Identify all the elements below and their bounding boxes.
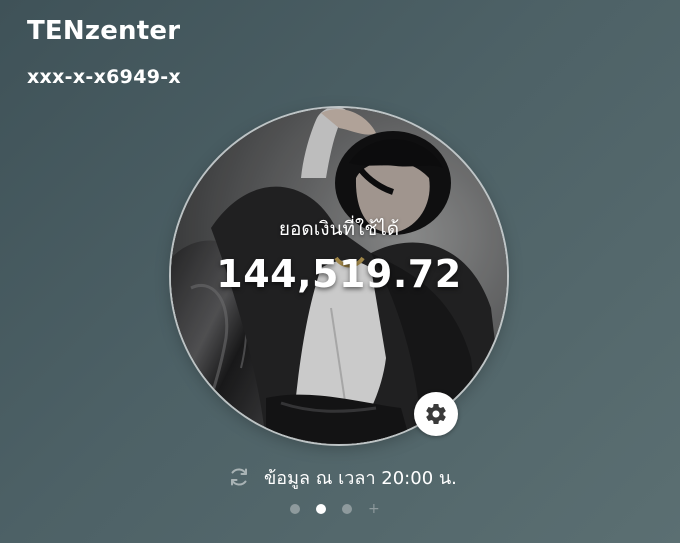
last-update-row: ข้อมูล ณ เวลา 20:00 น.: [226, 462, 457, 492]
gear-icon: [426, 403, 446, 424]
balance-amount: 144,519.72: [216, 252, 462, 296]
account-name: TENzenter: [27, 16, 181, 46]
refresh-icon[interactable]: [226, 464, 252, 490]
page-indicator: +: [290, 501, 380, 517]
balance-label: ยอดเงินที่ใช้ได้: [278, 218, 400, 240]
settings-button[interactable]: [414, 392, 458, 436]
last-update-text: ข้อมูล ณ เวลา 20:00 น.: [264, 467, 457, 489]
account-number: xxx-x-x6949-x: [27, 66, 181, 88]
page-dot[interactable]: [290, 504, 300, 514]
add-account-indicator[interactable]: +: [368, 502, 380, 516]
page-dot[interactable]: [342, 504, 352, 514]
balance-card[interactable]: ยอดเงินที่ใช้ได้ 144,519.72: [171, 108, 507, 444]
page-dot-active[interactable]: [316, 504, 326, 514]
